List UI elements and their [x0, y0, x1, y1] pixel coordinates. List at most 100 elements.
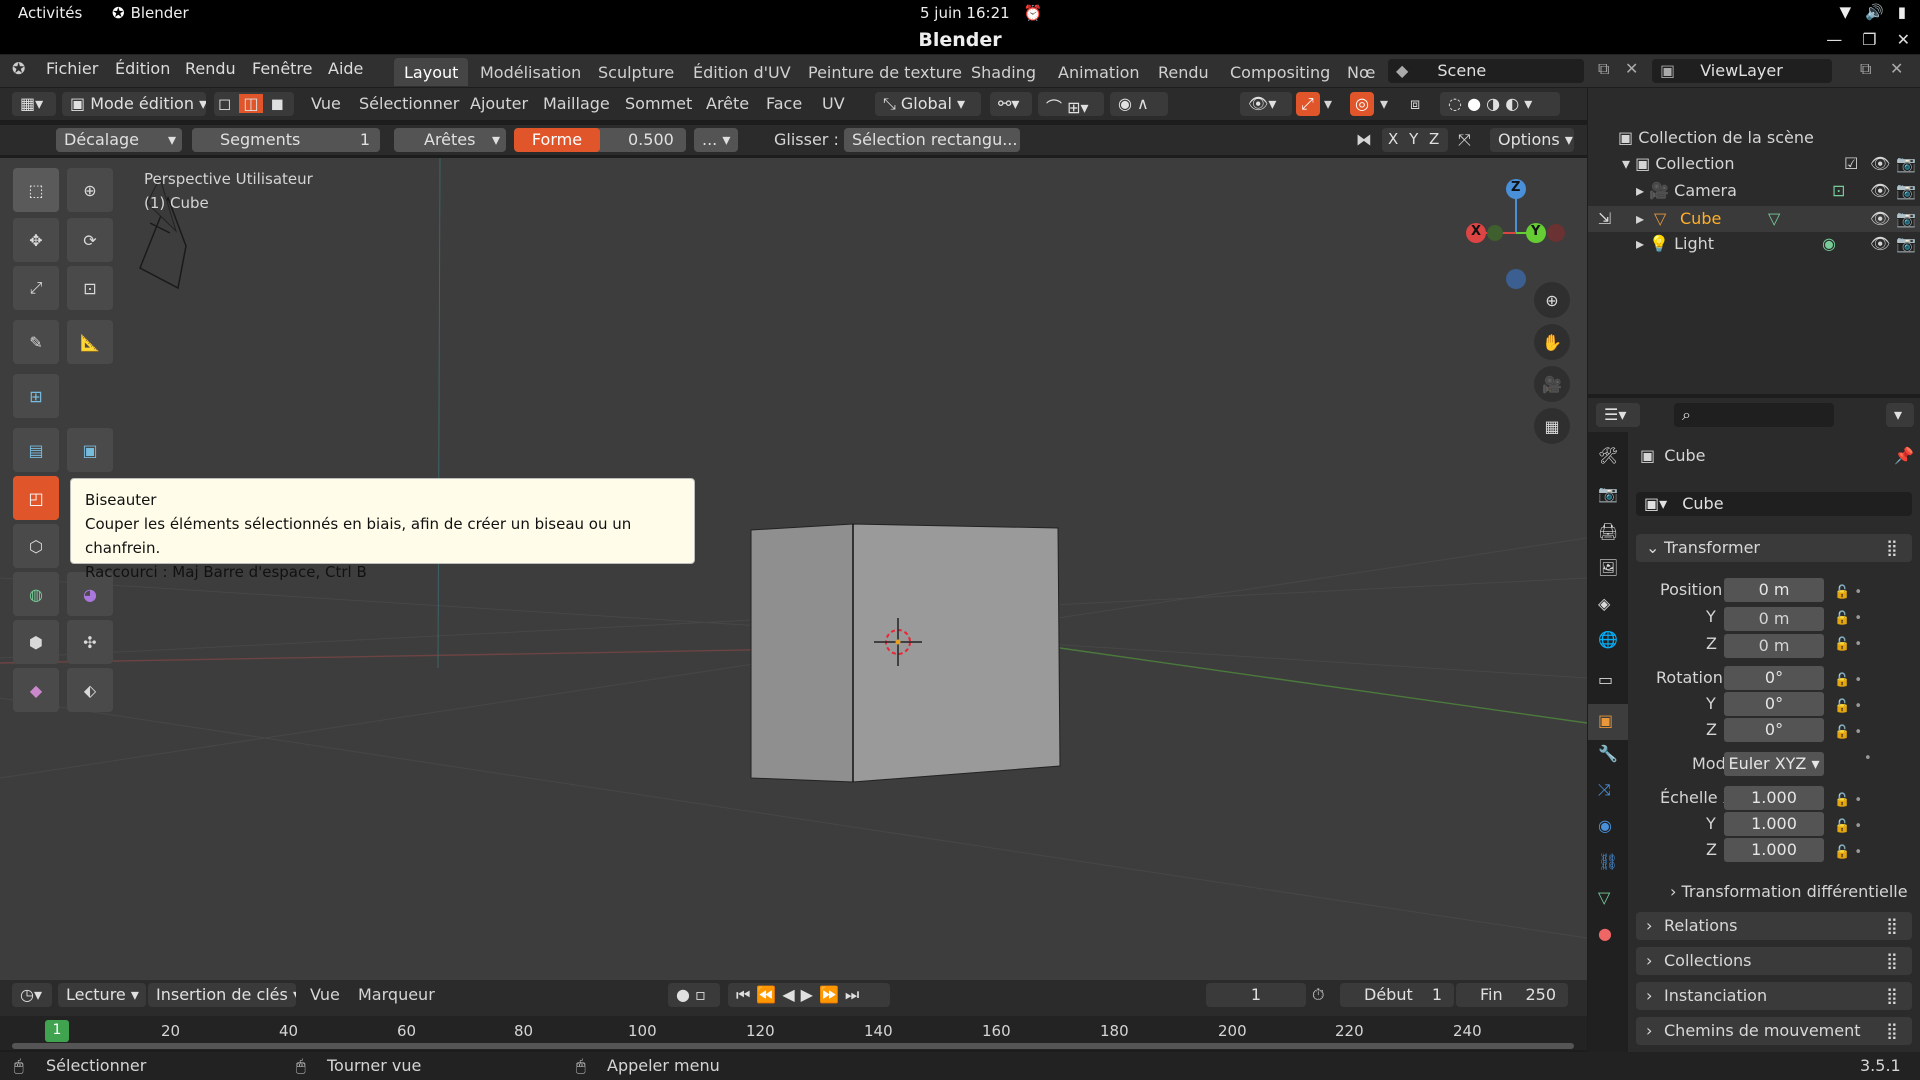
- menu-mesh[interactable]: Maillage: [543, 94, 610, 113]
- particles-tab-icon[interactable]: ⤨: [1598, 780, 1611, 800]
- jump-start-icon[interactable]: ⏮: [736, 985, 756, 1004]
- offset-type-dropdown[interactable]: Décalage ▾: [56, 128, 182, 152]
- eye-icon[interactable]: 👁: [1870, 181, 1890, 200]
- playback-dropdown[interactable]: Lecture ▾: [58, 983, 146, 1007]
- properties-search-input[interactable]: ⌕: [1674, 403, 1834, 427]
- material-tab-icon[interactable]: ●: [1598, 924, 1612, 943]
- overlay-dropdown[interactable]: ▾: [1380, 94, 1388, 113]
- bevel-tool[interactable]: ◰: [13, 476, 59, 520]
- tab-geometry-nodes[interactable]: Nœ: [1337, 58, 1385, 86]
- new-scene-icon[interactable]: ⧉: [1598, 59, 1609, 79]
- mirror-y-toggle[interactable]: Y: [1409, 130, 1418, 148]
- mirror-axes[interactable]: X Y Z: [1382, 128, 1448, 152]
- menu-vertex[interactable]: Sommet: [625, 94, 692, 113]
- tab-modeling[interactable]: Modélisation: [470, 58, 591, 86]
- gizmo-dropdown[interactable]: ▾: [1324, 94, 1332, 113]
- shading-mode-group[interactable]: ◌ ● ◑ ◐ ▾: [1440, 92, 1560, 116]
- menu-file[interactable]: Fichier: [46, 59, 98, 78]
- loop-cut-tool[interactable]: ⬡: [13, 524, 59, 568]
- object-name-field[interactable]: ▣▾ Cube: [1636, 492, 1912, 516]
- preview-range-icon[interactable]: ⏱: [1312, 985, 1324, 1005]
- mirror-x-toggle[interactable]: X: [1388, 130, 1398, 148]
- clock[interactable]: 5 juin 16:21 ⏰: [920, 4, 1042, 22]
- prev-keyframe-icon[interactable]: ⏪: [756, 985, 782, 1004]
- tab-rendering[interactable]: Rendu: [1148, 58, 1219, 86]
- blender-logo-icon[interactable]: ✪: [12, 59, 25, 78]
- delta-transform-subsection[interactable]: › Transformation différentielle: [1670, 882, 1908, 901]
- scene-tab-icon[interactable]: ◈: [1598, 594, 1610, 613]
- shear-tool[interactable]: ◆: [13, 668, 59, 712]
- options-dropdown[interactable]: Options ▾: [1490, 128, 1574, 152]
- lock-icon[interactable]: 🔓 •: [1834, 814, 1862, 840]
- menu-view[interactable]: Vue: [311, 94, 341, 113]
- system-tray[interactable]: ▼ 🔊 ▮: [1840, 3, 1907, 21]
- move-tool[interactable]: ✥: [13, 218, 59, 262]
- select-mode-group[interactable]: ◻ ◫ ◼: [214, 92, 294, 116]
- editor-type-button[interactable]: ▦▾: [12, 92, 56, 116]
- menu-select[interactable]: Sélectionner: [359, 94, 459, 113]
- view-layer-selector[interactable]: ▣ ViewLayer: [1652, 59, 1832, 83]
- current-frame-field[interactable]: 1: [1206, 983, 1306, 1007]
- rotation-z-field[interactable]: 0°: [1724, 718, 1824, 742]
- shape-field[interactable]: Forme 0.500: [514, 128, 686, 152]
- next-keyframe-icon[interactable]: ⏩: [819, 985, 845, 1004]
- transform-section-header[interactable]: ⌄ Transformer ⣿: [1636, 534, 1912, 562]
- menu-window[interactable]: Fenêtre: [252, 59, 313, 78]
- scale-x-field[interactable]: 1.000: [1724, 786, 1824, 810]
- auto-keying-toggle[interactable]: ● ▫: [668, 983, 720, 1007]
- delete-view-layer-icon[interactable]: ✕: [1890, 59, 1903, 78]
- drag-handle-icon[interactable]: ⣿: [1886, 986, 1898, 1005]
- menu-face[interactable]: Face: [766, 94, 802, 113]
- camera-view-button[interactable]: 🎥: [1534, 366, 1570, 402]
- physics-tab-icon[interactable]: ◉: [1598, 816, 1612, 835]
- lock-icon[interactable]: 🔓 •: [1834, 720, 1872, 746]
- tab-compositing[interactable]: Compositing: [1220, 58, 1340, 86]
- delete-scene-icon[interactable]: ✕: [1625, 59, 1638, 78]
- eye-icon[interactable]: 👁: [1870, 154, 1890, 173]
- object-tab[interactable]: ▣: [1588, 704, 1628, 740]
- snap-button[interactable]: ⌒ ⊞▾: [1038, 92, 1104, 116]
- gizmo-toggle-icon[interactable]: ⤢: [1296, 92, 1320, 116]
- timeline-marker-menu[interactable]: Marqueur: [358, 985, 435, 1004]
- position-z-field[interactable]: 0 m: [1724, 634, 1824, 658]
- rotation-x-field[interactable]: 0°: [1724, 666, 1824, 690]
- cursor-tool[interactable]: ⊕: [67, 168, 113, 212]
- new-view-layer-icon[interactable]: ⧉: [1860, 59, 1871, 79]
- collections-section-header[interactable]: › Collections ⣿: [1636, 947, 1912, 975]
- app-menu[interactable]: ✪ Blender: [112, 4, 189, 22]
- xray-icon[interactable]: ⧈: [1410, 94, 1420, 114]
- vertex-select-icon[interactable]: ◻: [218, 94, 231, 113]
- menu-add[interactable]: Ajouter: [470, 94, 528, 113]
- render-camera-icon[interactable]: 📷: [1896, 234, 1916, 253]
- scale-z-field[interactable]: 1.000: [1724, 838, 1824, 862]
- eye-icon[interactable]: 👁: [1870, 234, 1890, 253]
- lock-icon[interactable]: 🔓 •: [1834, 606, 1862, 632]
- timeline-scrollbar[interactable]: [12, 1043, 1574, 1049]
- scene-selector[interactable]: ◆ Scene: [1388, 59, 1584, 83]
- tab-sculpting[interactable]: Sculpture: [588, 58, 684, 86]
- menu-help[interactable]: Aide: [328, 59, 363, 78]
- lock-icon[interactable]: 🔓 •: [1834, 694, 1872, 720]
- perspective-toggle-button[interactable]: ▦: [1534, 408, 1570, 444]
- annotate-tool[interactable]: ✎: [13, 320, 59, 364]
- outliner-item-cube[interactable]: ⇲ ▸ ▽ Cube ▽ 👁 📷: [1588, 206, 1920, 232]
- collection-tab-icon[interactable]: ▭: [1598, 670, 1613, 689]
- inset-tool[interactable]: ▣: [67, 428, 113, 472]
- activities-button[interactable]: Activités: [18, 4, 82, 22]
- instancing-section-header[interactable]: › Instanciation ⣿: [1636, 982, 1912, 1010]
- pivot-point-button[interactable]: ⚯▾: [990, 92, 1032, 116]
- drag-handle-icon[interactable]: ⣿: [1886, 538, 1898, 557]
- render-camera-icon[interactable]: 📷: [1896, 209, 1916, 228]
- checkbox-icon[interactable]: ☑: [1844, 154, 1858, 173]
- world-tab-icon[interactable]: 🌐: [1598, 630, 1618, 649]
- visibility-button[interactable]: 👁▾: [1240, 92, 1292, 116]
- lock-icon[interactable]: 🔓 •: [1834, 840, 1862, 866]
- pan-button[interactable]: ✋: [1534, 324, 1570, 360]
- playhead[interactable]: 1: [45, 1020, 69, 1042]
- tab-shading[interactable]: Shading: [961, 58, 1046, 86]
- pin-icon[interactable]: 📌: [1894, 446, 1914, 465]
- transform-orientation[interactable]: ⤡ Global ▾: [875, 92, 981, 116]
- wireframe-shading-icon[interactable]: ◌: [1448, 94, 1462, 113]
- play-icon[interactable]: ▶: [801, 985, 819, 1004]
- scale-y-field[interactable]: 1.000: [1724, 812, 1824, 836]
